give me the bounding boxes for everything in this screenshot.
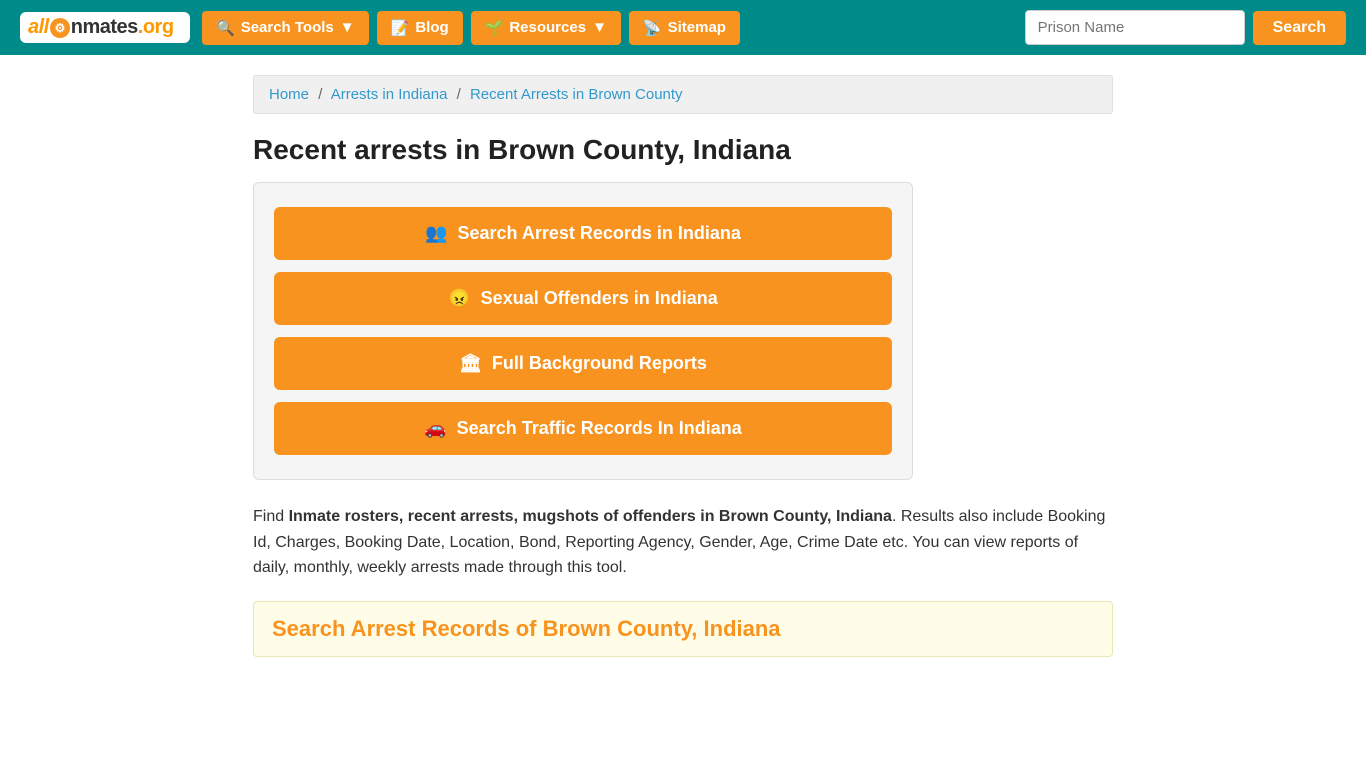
traffic-records-icon: 🚗 [424, 418, 446, 439]
blog-label: Blog [415, 19, 448, 36]
arrest-records-label: Search Arrest Records in Indiana [457, 223, 740, 244]
resources-icon: 🌱 [485, 19, 504, 37]
description-bold: Inmate rosters, recent arrests, mugshots… [289, 508, 892, 525]
sitemap-button[interactable]: 📡 Sitemap [629, 11, 740, 45]
search-tools-button[interactable]: 🔍 Search Tools ▼ [202, 11, 369, 45]
breadcrumb-separator-1: / [318, 86, 322, 103]
section-title: Search Arrest Records of Brown County, I… [272, 616, 1094, 642]
arrest-records-icon: 👥 [425, 223, 447, 244]
prison-search-button[interactable]: Search [1253, 11, 1346, 45]
search-button-label: Search [1273, 19, 1326, 36]
logo-inmates: nmates [71, 16, 138, 39]
action-buttons-card: 👥 Search Arrest Records in Indiana 😠 Sex… [253, 182, 913, 480]
breadcrumb-current: Recent Arrests in Brown County [470, 86, 683, 103]
arrest-records-button[interactable]: 👥 Search Arrest Records in Indiana [274, 207, 892, 260]
blog-button[interactable]: 📝 Blog [377, 11, 463, 45]
site-header: all⚙nmates.org 🔍 Search Tools ▼ 📝 Blog 🌱… [0, 0, 1366, 55]
sexual-offenders-label: Sexual Offenders in Indiana [481, 288, 718, 309]
page-description: Find Inmate rosters, recent arrests, mug… [253, 504, 1113, 581]
site-logo[interactable]: all⚙nmates.org [20, 12, 190, 43]
section-header: Search Arrest Records of Brown County, I… [253, 601, 1113, 657]
page-title: Recent arrests in Brown County, Indiana [253, 134, 1113, 166]
background-reports-button[interactable]: 🏛 Full Background Reports [274, 337, 892, 390]
logo-org: .org [138, 16, 174, 39]
search-tools-icon: 🔍 [216, 19, 235, 37]
search-tools-label: Search Tools [241, 19, 334, 36]
main-nav: 🔍 Search Tools ▼ 📝 Blog 🌱 Resources ▼ 📡 … [202, 11, 1013, 45]
blog-icon: 📝 [391, 19, 410, 37]
resources-arrow-icon: ▼ [592, 19, 607, 36]
sexual-offenders-button[interactable]: 😠 Sexual Offenders in Indiana [274, 272, 892, 325]
sexual-offenders-icon: 😠 [448, 288, 470, 309]
sitemap-icon: 📡 [643, 19, 662, 37]
logo-icon: ⚙ [50, 18, 70, 38]
prison-search-input[interactable] [1025, 10, 1245, 45]
main-content: Home / Arrests in Indiana / Recent Arres… [233, 75, 1133, 657]
resources-label: Resources [509, 19, 586, 36]
background-reports-label: Full Background Reports [492, 353, 707, 374]
traffic-records-label: Search Traffic Records In Indiana [457, 418, 742, 439]
breadcrumb-separator-2: / [457, 86, 461, 103]
breadcrumb: Home / Arrests in Indiana / Recent Arres… [253, 75, 1113, 114]
sitemap-label: Sitemap [668, 19, 726, 36]
logo-all: all [28, 16, 49, 39]
dropdown-arrow-icon: ▼ [340, 19, 355, 36]
header-search: Search [1025, 10, 1346, 45]
traffic-records-button[interactable]: 🚗 Search Traffic Records In Indiana [274, 402, 892, 455]
description-prefix: Find [253, 508, 289, 525]
breadcrumb-arrests-indiana[interactable]: Arrests in Indiana [331, 86, 448, 103]
breadcrumb-home[interactable]: Home [269, 86, 309, 103]
resources-button[interactable]: 🌱 Resources ▼ [471, 11, 621, 45]
background-reports-icon: 🏛 [459, 353, 482, 374]
